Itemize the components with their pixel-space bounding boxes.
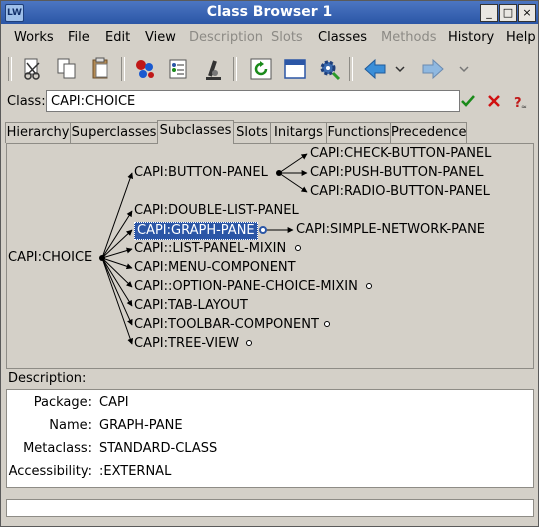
class-browser-window: LW Class Browser 1 _ □ × Works File Edit…: [0, 0, 539, 527]
toolbar-separator: [233, 57, 237, 81]
tab-functions[interactable]: Functions: [326, 122, 391, 143]
gear-icon[interactable]: [315, 55, 343, 83]
description-value-name: GRAPH-PANE: [99, 418, 183, 433]
menu-edit[interactable]: Edit: [105, 30, 130, 45]
menu-help[interactable]: Help: [506, 30, 536, 45]
forward-history-icon[interactable]: [457, 55, 471, 83]
back-history-icon[interactable]: [393, 55, 407, 83]
toolbar: [1, 51, 538, 87]
close-button[interactable]: ×: [518, 4, 536, 22]
tab-subclasses[interactable]: Subclasses: [157, 120, 234, 144]
menu-file[interactable]: File: [68, 30, 90, 45]
description-value-accessibility: :EXTERNAL: [99, 464, 172, 479]
graph-node-graph-pane-selected[interactable]: CAPI:GRAPH-PANE: [134, 222, 258, 240]
graph-node-simple-network-pane[interactable]: CAPI:SIMPLE-NETWORK-PANE: [296, 222, 485, 238]
window-title: Class Browser 1: [206, 4, 333, 20]
back-arrow-icon[interactable]: [361, 55, 389, 83]
toolbar-separator: [349, 57, 353, 81]
maximize-button[interactable]: □: [499, 4, 517, 22]
menu-classes[interactable]: Classes: [318, 30, 367, 45]
graph-node-radio-button-panel[interactable]: CAPI:RADIO-BUTTON-PANEL: [310, 184, 490, 200]
description-key-package: Package:: [33, 395, 92, 410]
description-value-metaclass: STANDARD-CLASS: [99, 441, 218, 456]
tab-initargs[interactable]: Initargs: [270, 122, 327, 143]
tab-superclasses[interactable]: Superclasses: [70, 122, 158, 143]
menu-history[interactable]: History: [448, 30, 494, 45]
graph-node-menu-component[interactable]: CAPI:MENU-COMPONENT: [134, 260, 296, 276]
graph-node-check-button-panel[interactable]: CAPI:CHECK-BUTTON-PANEL: [310, 146, 491, 162]
minimize-button[interactable]: _: [480, 4, 498, 22]
microscope-icon[interactable]: [199, 55, 227, 83]
window-icon[interactable]: [281, 55, 309, 83]
inspect-icon[interactable]: [131, 55, 159, 83]
graph-node-root[interactable]: CAPI:CHOICE: [8, 250, 92, 266]
help-question-icon[interactable]: ? ≈: [512, 93, 528, 111]
svg-text:≈: ≈: [521, 103, 527, 111]
refresh-icon[interactable]: [247, 55, 275, 83]
paste-icon[interactable]: [87, 55, 115, 83]
description-key-metaclass: Metaclass:: [23, 441, 92, 456]
graph-node-double-list-panel[interactable]: CAPI:DOUBLE-LIST-PANEL: [134, 203, 299, 219]
description-panel: Package: CAPI Name: GRAPH-PANE Metaclass…: [6, 389, 534, 488]
graph-node-push-button-panel[interactable]: CAPI:PUSH-BUTTON-PANEL: [310, 165, 483, 181]
description-label: Description:: [8, 371, 87, 386]
description-key-name: Name:: [49, 418, 92, 433]
menu-bar: Works File Edit View Description Slots C…: [1, 25, 538, 49]
graph-node-tab-layout[interactable]: CAPI:TAB-LAYOUT: [134, 298, 248, 314]
toolbar-grip: [8, 57, 12, 81]
menu-works[interactable]: Works: [14, 30, 54, 45]
describe-icon[interactable]: [165, 55, 193, 83]
menu-methods[interactable]: Methods: [381, 30, 437, 45]
subclass-graph[interactable]: CAPI:CHOICE CAPI:BUTTON-PANEL CAPI:DOUBL…: [6, 143, 534, 369]
ok-check-icon[interactable]: [460, 93, 476, 109]
graph-node-option-pane-choice-mixin[interactable]: CAPI::OPTION-PANE-CHOICE-MIXIN: [134, 279, 358, 295]
cancel-x-icon[interactable]: [486, 93, 502, 109]
description-value-package: CAPI: [99, 395, 129, 410]
forward-arrow-icon[interactable]: [419, 55, 447, 83]
cut-icon[interactable]: [19, 55, 47, 83]
status-bar: [6, 499, 534, 517]
class-label: Class:: [7, 94, 46, 109]
menu-slots[interactable]: Slots: [271, 30, 303, 45]
tab-hierarchy[interactable]: Hierarchy: [5, 122, 71, 143]
graph-node-list-panel-mixin[interactable]: CAPI::LIST-PANEL-MIXIN: [134, 241, 286, 257]
tab-slots[interactable]: Slots: [233, 122, 271, 143]
graph-node-toolbar-component[interactable]: CAPI:TOOLBAR-COMPONENT: [134, 317, 319, 333]
graph-node-tree-view[interactable]: CAPI:TREE-VIEW: [134, 336, 239, 352]
class-input[interactable]: [46, 90, 460, 112]
class-row: Class: ? ≈: [1, 89, 538, 115]
title-bar: LW Class Browser 1 _ □ ×: [1, 1, 538, 24]
menu-view[interactable]: View: [145, 30, 176, 45]
tab-precedence[interactable]: Precedence: [390, 122, 467, 143]
graph-node-button-panel[interactable]: CAPI:BUTTON-PANEL: [134, 165, 268, 181]
description-key-accessibility: Accessibility:: [8, 464, 92, 479]
copy-icon[interactable]: [53, 55, 81, 83]
toolbar-separator: [121, 57, 125, 81]
menu-description[interactable]: Description: [189, 30, 263, 45]
